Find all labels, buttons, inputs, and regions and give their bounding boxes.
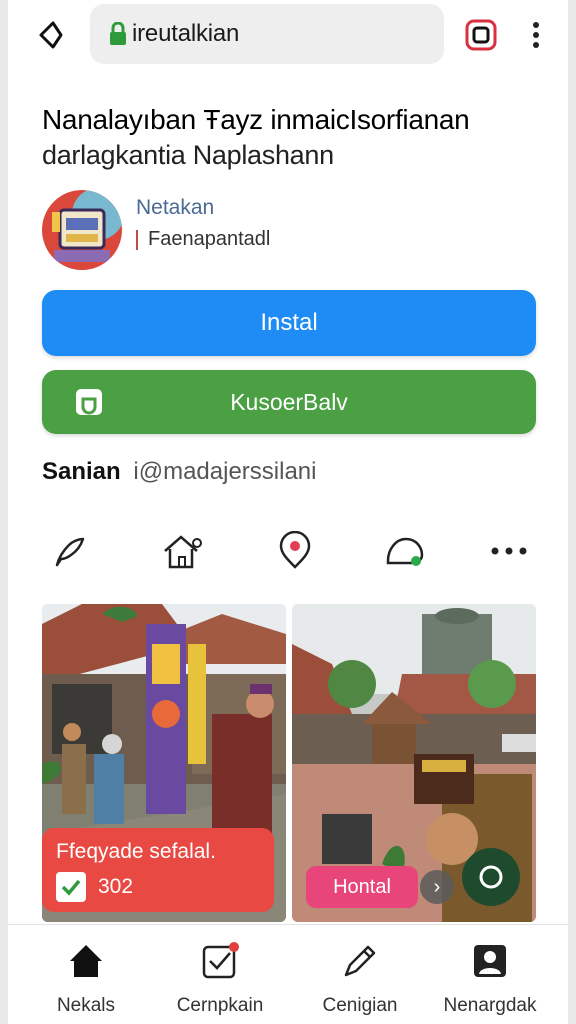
more-horizontal-icon [491,547,527,555]
nav-label: Nenargdak [443,995,537,1016]
app-screen: ireutalkian Nanalayıban Ŧayz inmaicIsorf… [8,0,568,1024]
next-button[interactable]: › [420,870,454,904]
location-button[interactable] [268,524,322,578]
bottom-navigation: Nekals Cernpkain Cenigian Nenargdak [8,924,568,1024]
dot [533,22,539,28]
avatar[interactable] [42,190,122,270]
dot [533,42,539,48]
back-icon [39,21,63,49]
action-row [42,524,536,578]
nav-label: Nekals [56,995,116,1016]
home-icon [66,941,106,981]
location-pin-icon [279,531,311,569]
nav-label: Cenigian [322,995,398,1016]
promo-banner[interactable]: Ffeqyade sefalal. 302 [42,828,274,912]
divider [136,229,138,250]
lock-icon [110,22,126,45]
home-network-button[interactable] [156,524,210,578]
nav-item-account[interactable]: Nenargdak [420,941,560,1024]
tag-button[interactable]: Hontal [306,866,418,908]
pin-icon [55,537,85,567]
nav-item-edit[interactable]: Cenigian [290,941,430,1024]
more-menu-button[interactable] [524,18,548,52]
edit-icon [340,941,380,981]
record-button[interactable] [462,848,520,906]
profile-subtitle: Faenapantadl [148,228,271,250]
section-label: Sanian [42,458,121,485]
more-actions-button[interactable] [482,524,536,578]
section-handle[interactable]: i@madajerssilani [133,458,316,485]
app-logo-image [42,190,122,270]
promo-count: 302 [98,875,134,898]
dot [533,32,539,38]
pin-button[interactable] [42,524,96,578]
instagram-button[interactable] [464,18,498,52]
house-network-icon [164,535,202,569]
account-icon [470,941,510,981]
page-title: Nanalayıban Ŧayz inmaicIsorfianan [42,104,470,135]
profile-subtitle-row: Faenapantadl [136,228,270,251]
page-subtitle: darlagkantia Naplashann [42,140,334,170]
install-button[interactable]: Instal [42,290,536,356]
section-header: Sanian i@madajerssilani [42,458,316,486]
checkbox-icon [200,941,240,981]
promo-title: Ffeqyade sefalal. [56,840,216,863]
nav-item-home[interactable]: Nekals [16,941,156,1024]
chat-button[interactable] [378,524,432,578]
profile-name[interactable]: Netakan [136,196,214,220]
circle-icon [479,865,503,889]
instagram-icon [465,19,497,51]
chevron-right-icon: › [433,875,441,898]
check-icon [56,872,86,902]
back-button[interactable] [34,18,68,52]
secondary-button-label: KusoerBalv [230,388,348,415]
tag-label: Hontal [333,875,391,898]
chat-bubble-icon [386,537,424,566]
shopping-bag-icon [76,389,102,415]
address-bar[interactable]: ireutalkian [90,4,444,64]
browser-toolbar: ireutalkian [8,0,568,72]
address-text: ireutalkian [132,20,240,47]
secondary-button[interactable]: KusoerBalv [42,370,536,434]
nav-label: Cernpkain [176,995,264,1016]
promo-count-row: 302 [56,872,260,902]
nav-item-checklist[interactable]: Cernpkain [150,941,290,1024]
